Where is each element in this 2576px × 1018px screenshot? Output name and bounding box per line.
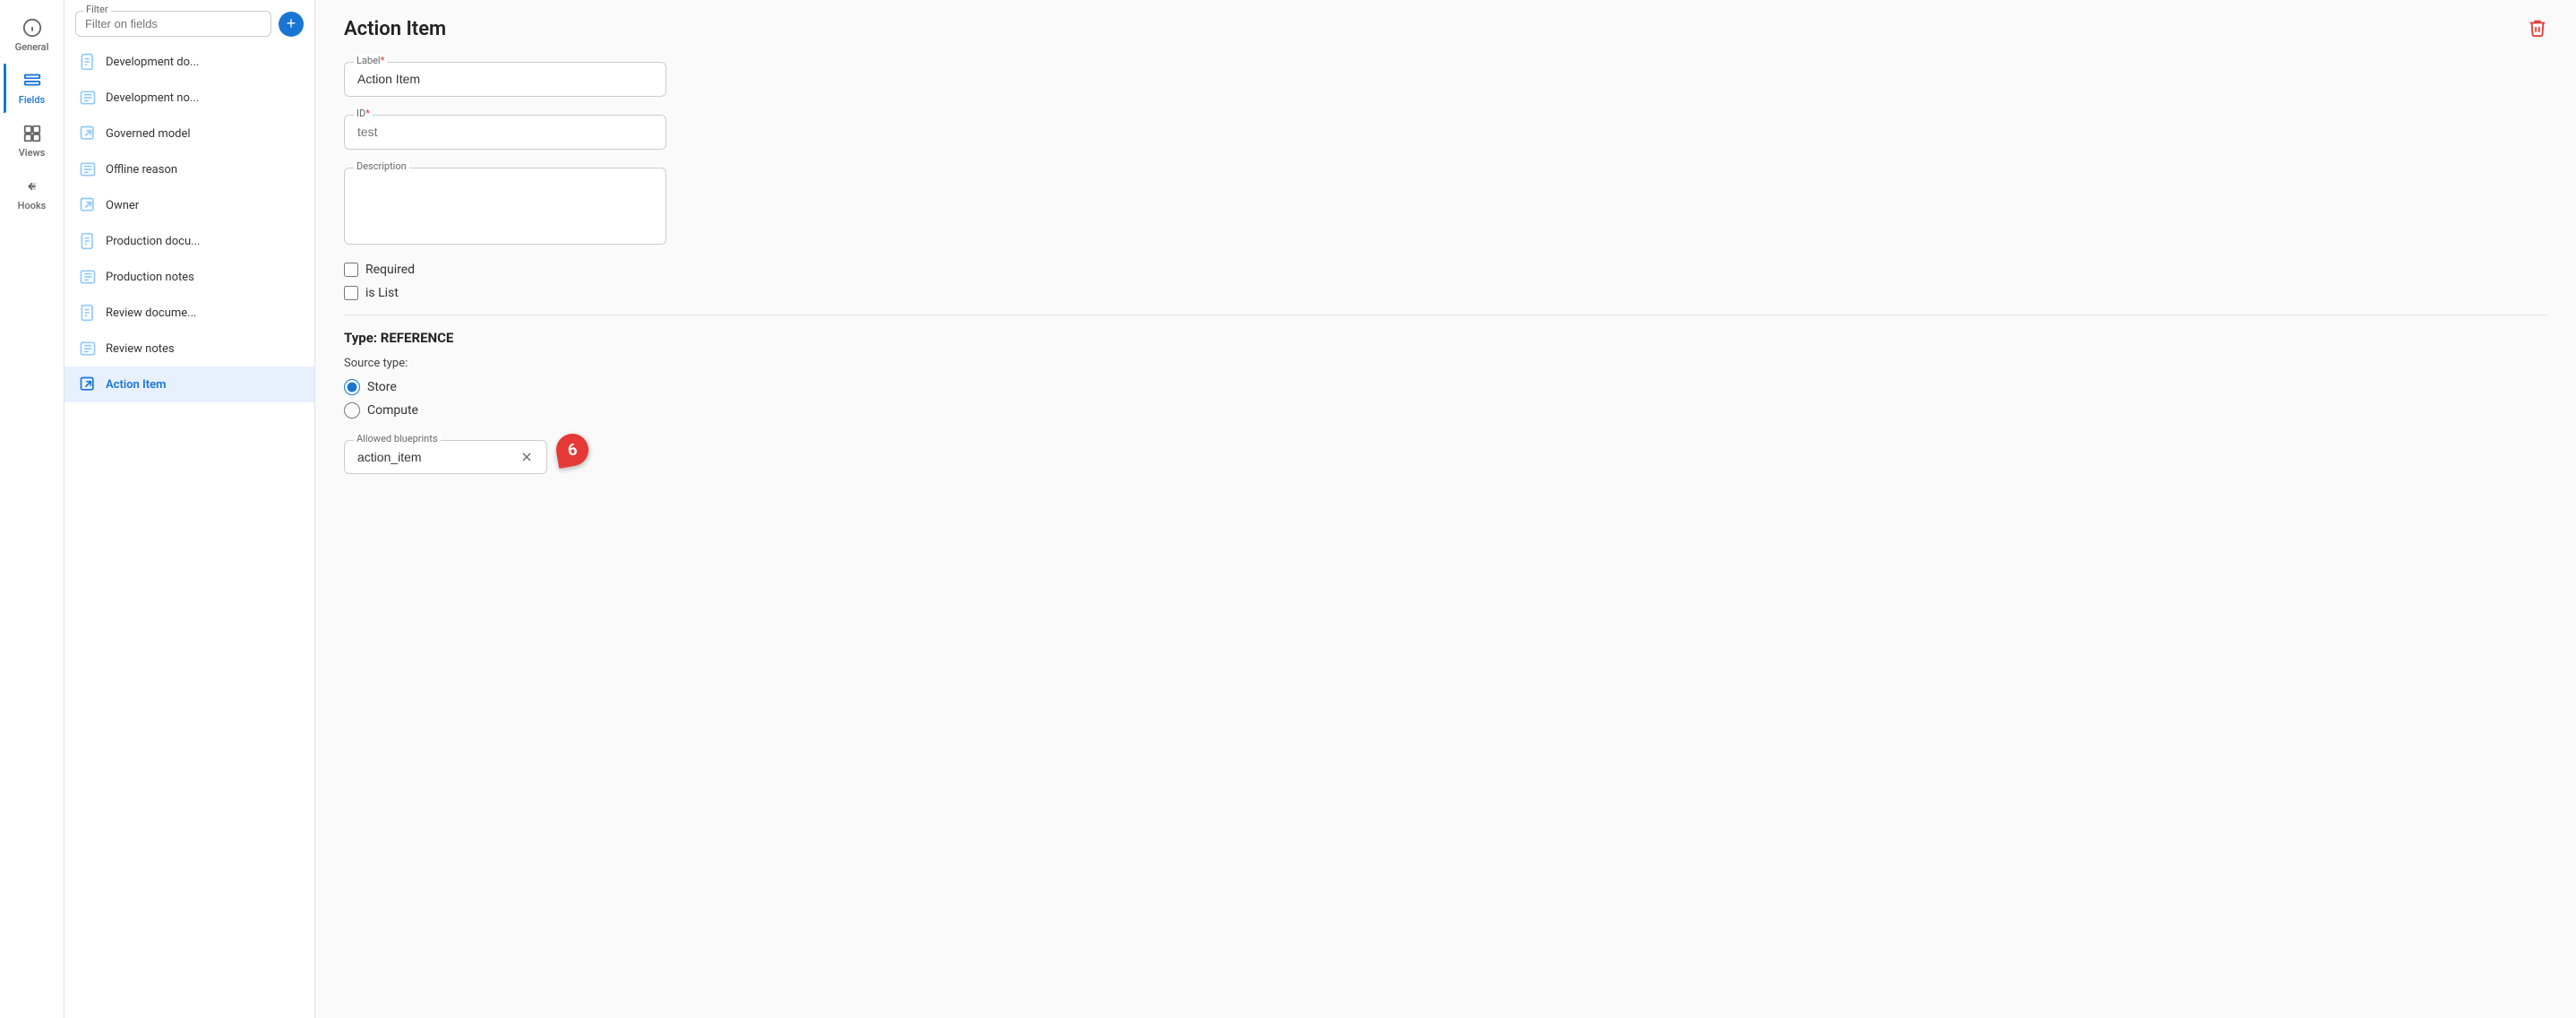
store-radio[interactable] bbox=[344, 379, 360, 395]
sidebar-item-fields-label: Fields bbox=[19, 94, 45, 106]
required-checkbox-row: Required bbox=[344, 263, 2547, 277]
main-content: Action Item Label* ID* bbox=[315, 0, 2576, 1018]
external-icon bbox=[79, 196, 97, 214]
field-item-development-do[interactable]: Development do... bbox=[64, 44, 314, 80]
text-icon bbox=[79, 89, 97, 107]
id-input[interactable] bbox=[357, 125, 653, 139]
id-field-wrapper: ID* bbox=[344, 115, 666, 150]
field-name: Review docume... bbox=[106, 306, 196, 320]
hooks-icon bbox=[22, 177, 42, 196]
sidebar-item-views-label: Views bbox=[19, 147, 46, 159]
label-floating-label: Label* bbox=[354, 55, 387, 66]
allowed-blueprints-wrapper: Allowed blueprints bbox=[344, 440, 547, 474]
sidebar-item-views[interactable]: Views bbox=[4, 116, 61, 166]
views-icon bbox=[22, 124, 42, 143]
description-field-wrapper: Description bbox=[344, 168, 666, 245]
allowed-blueprints-input[interactable] bbox=[357, 450, 519, 464]
source-type-label: Source type: bbox=[344, 357, 2547, 370]
field-name: Review notes bbox=[106, 342, 175, 356]
active-indicator bbox=[4, 64, 6, 113]
label-input[interactable] bbox=[357, 72, 653, 86]
info-circle-icon bbox=[22, 18, 42, 38]
field-item-owner[interactable]: Owner bbox=[64, 187, 314, 223]
badge-container: 6 bbox=[556, 434, 588, 466]
field-item-governed-model[interactable]: Governed model bbox=[64, 116, 314, 151]
field-item-review-docume[interactable]: Review docume... bbox=[64, 295, 314, 331]
sidebar-item-fields[interactable]: Fields bbox=[4, 64, 61, 113]
id-floating-label: ID* bbox=[354, 108, 373, 119]
sidebar-item-general[interactable]: General bbox=[4, 11, 61, 60]
fields-list: Development do... Development no... Gove… bbox=[64, 44, 314, 1018]
label-field-group: Label* bbox=[344, 62, 2547, 97]
field-item-development-no[interactable]: Development no... bbox=[64, 80, 314, 116]
field-item-production-notes[interactable]: Production notes bbox=[64, 259, 314, 295]
required-checkbox-label: Required bbox=[365, 263, 415, 277]
field-name: Action Item bbox=[106, 378, 166, 392]
required-checkbox[interactable] bbox=[344, 263, 358, 277]
icon-sidebar: General Fields Views Hooks bbox=[0, 0, 64, 1018]
document-icon bbox=[79, 232, 97, 250]
store-radio-label: Store bbox=[367, 380, 397, 394]
filter-label: Filter bbox=[83, 4, 111, 15]
filter-input-wrapper: Filter bbox=[75, 11, 271, 37]
text-icon bbox=[79, 160, 97, 178]
sidebar-item-hooks-label: Hooks bbox=[18, 200, 47, 211]
field-name: Governed model bbox=[106, 127, 191, 141]
external-icon bbox=[79, 375, 97, 393]
is-list-checkbox[interactable] bbox=[344, 286, 358, 300]
delete-button[interactable] bbox=[2528, 18, 2547, 40]
field-name: Development no... bbox=[106, 91, 199, 105]
close-icon bbox=[519, 450, 534, 464]
label-field-wrapper: Label* bbox=[344, 62, 666, 97]
page-title: Action Item bbox=[344, 18, 446, 40]
description-field-group: Description bbox=[344, 168, 2547, 245]
field-item-production-docu[interactable]: Production docu... bbox=[64, 223, 314, 259]
field-name: Production docu... bbox=[106, 235, 200, 248]
is-list-checkbox-row: is List bbox=[344, 286, 2547, 300]
sidebar-item-hooks[interactable]: Hooks bbox=[4, 169, 61, 219]
allowed-blueprints-label: Allowed blueprints bbox=[354, 433, 441, 444]
description-textarea[interactable] bbox=[357, 177, 653, 231]
fields-icon bbox=[22, 71, 42, 91]
field-name: Owner bbox=[106, 199, 139, 212]
type-label: Type: REFERENCE bbox=[344, 330, 2547, 346]
allowed-blueprints-area: Allowed blueprints 6 bbox=[344, 426, 2547, 474]
id-field-group: ID* bbox=[344, 115, 2547, 150]
document-icon bbox=[79, 53, 97, 71]
text-icon bbox=[79, 268, 97, 286]
fields-panel: Filter + Development do... Development n… bbox=[64, 0, 315, 1018]
document-icon bbox=[79, 304, 97, 322]
description-floating-label: Description bbox=[354, 160, 409, 172]
main-header: Action Item bbox=[344, 18, 2547, 40]
filter-area: Filter + bbox=[64, 0, 314, 44]
is-list-checkbox-label: is List bbox=[365, 286, 399, 300]
field-item-review-notes[interactable]: Review notes bbox=[64, 331, 314, 367]
add-field-button[interactable]: + bbox=[279, 12, 304, 37]
badge: 6 bbox=[554, 431, 591, 469]
external-icon bbox=[79, 125, 97, 142]
field-name: Development do... bbox=[106, 56, 199, 69]
text-icon bbox=[79, 340, 97, 358]
filter-input[interactable] bbox=[85, 17, 262, 30]
field-name: Offline reason bbox=[106, 163, 177, 177]
field-item-offline-reason[interactable]: Offline reason bbox=[64, 151, 314, 187]
compute-radio[interactable] bbox=[344, 402, 360, 418]
compute-radio-label: Compute bbox=[367, 403, 418, 418]
trash-icon bbox=[2528, 18, 2547, 38]
source-type-store-row: Store bbox=[344, 379, 2547, 395]
field-item-action-item[interactable]: Action Item bbox=[64, 367, 314, 402]
sidebar-item-general-label: General bbox=[15, 41, 49, 53]
clear-allowed-blueprints-button[interactable] bbox=[519, 450, 534, 464]
source-type-compute-row: Compute bbox=[344, 402, 2547, 418]
field-name: Production notes bbox=[106, 271, 194, 284]
